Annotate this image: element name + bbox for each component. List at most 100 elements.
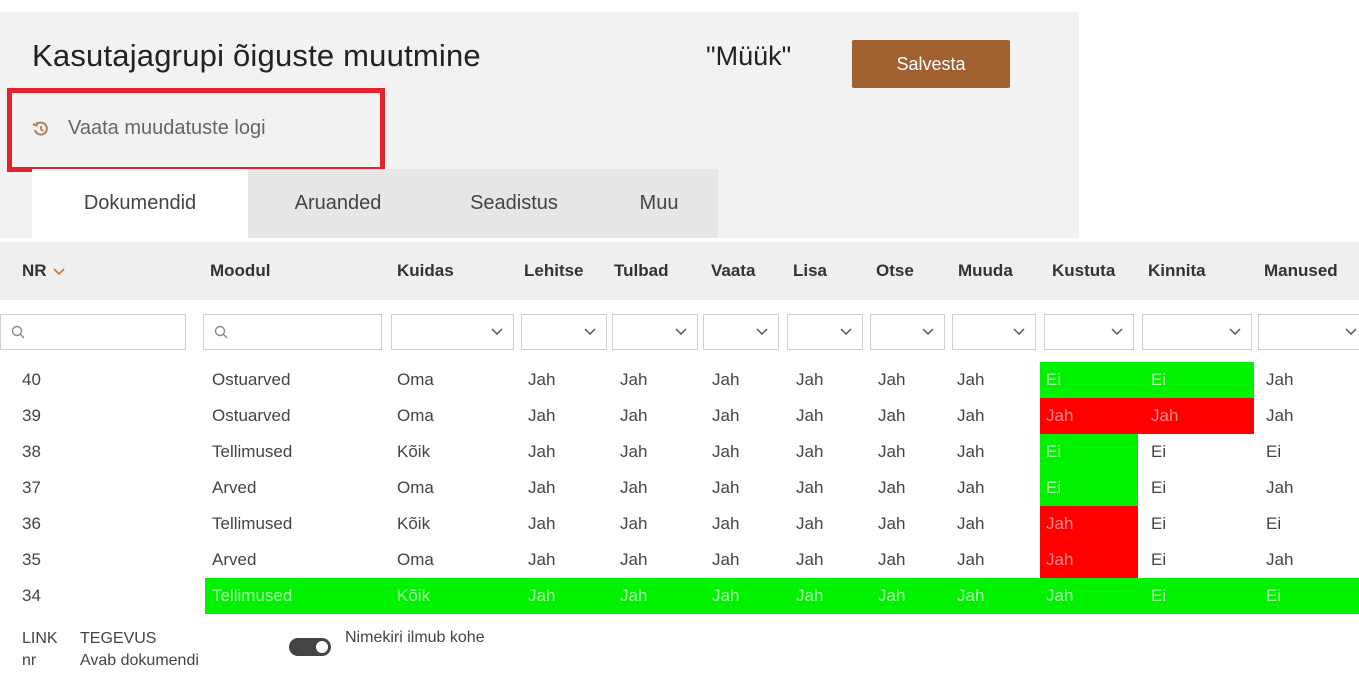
cell-manused: Jah — [1266, 406, 1294, 425]
tab-dokumendid[interactable]: Dokumendid — [32, 169, 248, 238]
filter-lisa[interactable] — [787, 314, 863, 350]
column-header-label: NR — [22, 261, 47, 280]
cell-nr[interactable]: 40 — [22, 362, 41, 398]
cell-lisa: Jah — [796, 478, 824, 497]
column-header-tulbad[interactable]: Tulbad — [614, 242, 668, 300]
cell-moodul: Tellimused — [212, 586, 293, 605]
table-row[interactable]: 37 Arved Oma Jah Jah Jah Jah Jah Jah Ei Ei Jah — [0, 470, 1359, 506]
cell-kinnita: Ei — [1151, 550, 1167, 569]
cell-nr[interactable]: 34 — [22, 578, 41, 614]
table-row[interactable]: 36 Tellimused Kõik Jah Jah Jah Jah Jah Jah Jah Ei E… — [0, 506, 1359, 542]
column-header-kuidas[interactable]: Kuidas — [397, 242, 454, 300]
cell-nr[interactable]: 37 — [22, 470, 41, 506]
cell-kinnita: Ei — [1151, 370, 1167, 389]
table-row[interactable]: 34 Tellimused Kõik Jah Jah Jah Jah Jah Jah Jah Ei E… — [0, 578, 1359, 614]
cell-moodul: Tellimused — [212, 514, 293, 533]
column-header-kinnita[interactable]: Kinnita — [1148, 242, 1206, 300]
cell-tulbad: Jah — [620, 406, 648, 425]
toggle-label: Nimekiri ilmub kohe — [345, 629, 485, 646]
cell-moodul: Arved — [212, 478, 257, 497]
column-header-label: Tulbad — [614, 261, 669, 280]
cell-kinnita: Ei — [1151, 442, 1167, 461]
cell-kuidas: Oma — [397, 478, 434, 497]
table-row[interactable]: 38 Tellimused Kõik Jah Jah Jah Jah Jah Jah Ei Ei Ei — [0, 434, 1359, 470]
cell-manused: Jah — [1266, 550, 1294, 569]
cell-nr[interactable]: 38 — [22, 434, 41, 470]
column-header-moodul[interactable]: Moodul — [210, 242, 270, 300]
cell-nr[interactable]: 39 — [22, 398, 41, 434]
cell-manused: Ei — [1266, 442, 1282, 461]
column-header-lisa[interactable]: Lisa — [793, 242, 827, 300]
column-header-nr[interactable]: NR — [22, 242, 65, 300]
filter-tulbad[interactable] — [612, 314, 698, 350]
tab-muu[interactable]: Muu — [600, 169, 718, 238]
cell-manused: Jah — [1266, 370, 1294, 389]
cell-muuda: Jah — [957, 406, 985, 425]
cell-moodul: Ostuarved — [212, 406, 291, 425]
cell-nr[interactable]: 36 — [22, 506, 41, 542]
chevron-down-icon — [922, 328, 934, 336]
table-row[interactable]: 35 Arved Oma Jah Jah Jah Jah Jah Jah Jah Ei Jah — [0, 542, 1359, 578]
column-header-label: Manused — [1264, 261, 1338, 280]
column-header-kustuta[interactable]: Kustuta — [1052, 242, 1115, 300]
cell-otse: Jah — [878, 370, 906, 389]
chevron-down-icon — [675, 328, 687, 336]
tab-bar: Dokumendid Aruanded Seadistus Muu — [32, 169, 718, 238]
table-row[interactable]: 40 Ostuarved Oma Jah Jah Jah Jah Jah Jah Ei Ei Jah — [0, 362, 1359, 398]
filter-moodul[interactable] — [203, 314, 382, 350]
column-header-manused[interactable]: Manused — [1264, 242, 1338, 300]
cell-kinnita: Ei — [1151, 586, 1167, 605]
page-title: Kasutajagrupi õiguste muutmine — [32, 38, 481, 73]
column-header-muuda[interactable]: Muuda — [958, 242, 1013, 300]
tab-seadistus[interactable]: Seadistus — [428, 169, 600, 238]
cell-lisa: Jah — [796, 514, 824, 533]
filter-nr[interactable] — [0, 314, 186, 350]
legend-row-action: Avab dokumendi — [80, 652, 199, 669]
cell-kinnita: Jah — [1151, 406, 1179, 425]
cell-vaata: Jah — [712, 370, 740, 389]
cell-kustuta: Ei — [1046, 478, 1062, 497]
cell-nr[interactable]: 35 — [22, 542, 41, 578]
cell-kuidas: Oma — [397, 370, 434, 389]
chevron-down-icon — [584, 328, 596, 336]
cell-lehitse: Jah — [528, 514, 556, 533]
cell-manused: Jah — [1266, 478, 1294, 497]
cell-lehitse: Jah — [528, 478, 556, 497]
filter-otse[interactable] — [870, 314, 945, 350]
cell-muuda: Jah — [957, 478, 985, 497]
cell-kuidas: Kõik — [397, 442, 431, 461]
filter-muuda[interactable] — [952, 314, 1036, 350]
cell-otse: Jah — [878, 586, 906, 605]
cell-lehitse: Jah — [528, 406, 556, 425]
cell-moodul: Arved — [212, 550, 257, 569]
cell-vaata: Jah — [712, 550, 740, 569]
instant-list-toggle[interactable] — [289, 638, 331, 656]
cell-otse: Jah — [878, 514, 906, 533]
cell-vaata: Jah — [712, 442, 740, 461]
search-icon — [214, 325, 228, 339]
filter-kuidas[interactable] — [391, 314, 514, 350]
cell-manused: Ei — [1266, 586, 1282, 605]
filter-kinnita[interactable] — [1142, 314, 1252, 350]
table-row[interactable]: 39 Ostuarved Oma Jah Jah Jah Jah Jah Jah Jah Jah Ja… — [0, 398, 1359, 434]
column-header-label: Kustuta — [1052, 261, 1116, 280]
cell-lisa: Jah — [796, 370, 824, 389]
cell-otse: Jah — [878, 442, 906, 461]
save-button[interactable]: Salvesta — [852, 40, 1010, 88]
cell-lisa: Jah — [796, 406, 824, 425]
permissions-table: NR Moodul Kuidas Lehitse Tulbad Vaata Lisa Otse… — [0, 242, 1359, 614]
column-header-lehitse[interactable]: Lehitse — [524, 242, 584, 300]
filter-manused[interactable] — [1258, 314, 1359, 350]
tab-aruanded[interactable]: Aruanded — [248, 169, 428, 238]
filter-lehitse[interactable] — [521, 314, 607, 350]
column-header-otse[interactable]: Otse — [876, 242, 914, 300]
cell-vaata: Jah — [712, 406, 740, 425]
cell-lisa: Jah — [796, 442, 824, 461]
cell-lisa: Jah — [796, 586, 824, 605]
column-header-vaata[interactable]: Vaata — [711, 242, 755, 300]
filter-kustuta[interactable] — [1044, 314, 1134, 350]
cell-kuidas: Oma — [397, 406, 434, 425]
legend-link-header: LINK — [22, 630, 58, 647]
filter-vaata[interactable] — [703, 314, 779, 350]
column-header-label: Lisa — [793, 261, 828, 280]
